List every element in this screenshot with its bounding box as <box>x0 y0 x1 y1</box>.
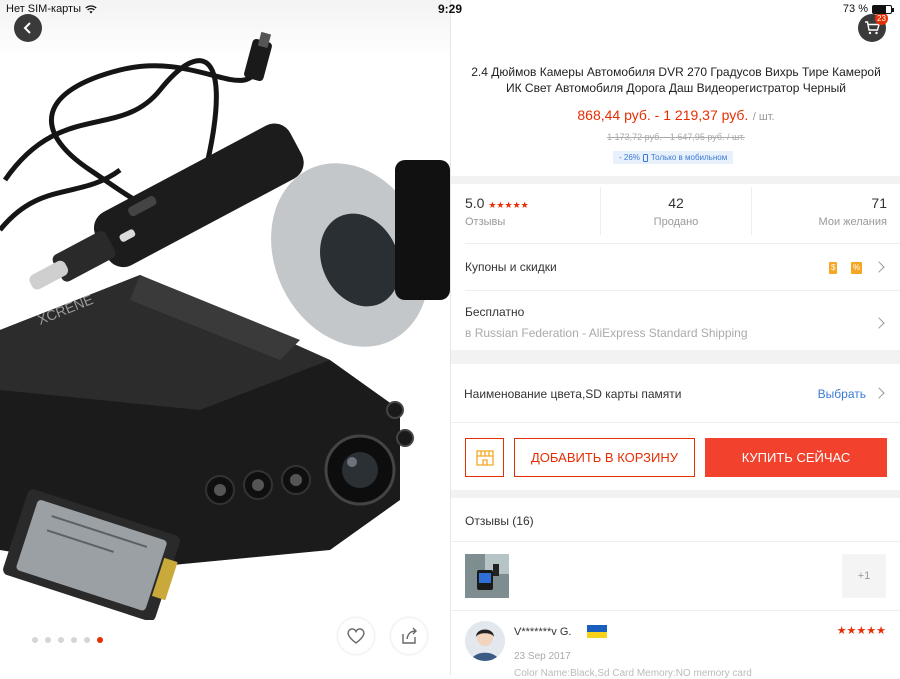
divider <box>451 610 900 611</box>
gallery-dot[interactable] <box>84 637 90 643</box>
gallery-dot[interactable] <box>32 637 38 643</box>
divider <box>451 422 900 423</box>
avatar <box>465 621 505 661</box>
gallery-dot[interactable] <box>97 637 103 643</box>
mobile-discount-badge: - 26% Только в мобильном <box>613 151 734 164</box>
ukraine-flag-icon <box>587 625 607 638</box>
store-icon <box>475 449 494 466</box>
review-variant: Color Name:Black,Sd Card Memory:NO memor… <box>514 668 752 679</box>
heart-icon <box>347 628 365 644</box>
section-divider <box>451 176 900 184</box>
wishlist-label: Мои желания <box>818 216 887 228</box>
share-button[interactable] <box>391 618 427 654</box>
product-title: 2.4 Дюймов Камеры Автомобиля DVR 270 Гра… <box>471 65 881 95</box>
back-arrow-icon <box>23 22 31 34</box>
options-label: Наименование цвета,SD карты памяти <box>464 387 682 401</box>
gallery-pagination[interactable] <box>32 637 103 643</box>
review-date: 23 Sep 2017 <box>514 651 571 662</box>
divider <box>451 541 900 542</box>
product-image: XCRENE <box>0 31 450 620</box>
price-range: 868,44 руб. - 1 219,37 руб. <box>577 107 749 123</box>
favorite-button[interactable] <box>338 618 374 654</box>
more-photos-button[interactable]: +1 <box>842 554 886 598</box>
coupons-label: Купоны и скидки <box>465 260 557 274</box>
rating-value: 5.0 <box>465 195 485 211</box>
select-option-link[interactable]: Выбрать <box>818 387 866 401</box>
mobile-discount-percent: - 26% <box>619 153 640 162</box>
coupon-percent-tag: % <box>851 262 863 274</box>
add-to-cart-button[interactable]: ДОБАВИТЬ В КОРЗИНУ <box>514 438 695 477</box>
reviewer-name: V*******v G. <box>514 626 572 638</box>
user-avatar-icon <box>465 621 505 661</box>
share-icon <box>402 627 417 644</box>
battery-icon <box>872 4 894 14</box>
back-button[interactable] <box>14 14 42 42</box>
battery-percent: 73 % <box>842 3 868 15</box>
review-photo-thumbnail[interactable] <box>465 554 509 598</box>
gallery-dot[interactable] <box>45 637 51 643</box>
price-unit: / шт. <box>752 111 775 123</box>
review-stars: ★★★★★ <box>836 625 886 637</box>
chevron-right-icon <box>873 261 885 273</box>
wishlist-value: 71 <box>871 195 887 211</box>
sold-value: 42 <box>668 195 684 211</box>
rating-value-line: 5.0 ★★★★★ <box>465 195 529 211</box>
flag-yellow <box>587 631 607 638</box>
reviews-header[interactable]: Отзывы (16) <box>465 514 534 528</box>
sold-label: Продано <box>653 216 699 228</box>
product-gallery[interactable]: XCRENE <box>0 0 450 675</box>
buy-now-button[interactable]: КУПИТЬ СЕЙЧАС <box>705 438 887 477</box>
review-photo <box>465 554 509 598</box>
action-buttons: ДОБАВИТЬ В КОРЗИНУ КУПИТЬ СЕЙЧАС <box>465 438 887 477</box>
status-time: 9:29 <box>437 2 463 16</box>
rating-label: Отзывы <box>465 216 506 228</box>
stat-rating[interactable]: 5.0 ★★★★★ Отзывы <box>451 187 600 235</box>
gallery-dot[interactable] <box>58 637 64 643</box>
cart-button[interactable]: 23 <box>858 12 888 42</box>
stat-wishlist[interactable]: 71 Мои желания <box>750 187 900 235</box>
stat-sold: 42 Продано <box>600 187 750 235</box>
battery-fill <box>873 5 887 13</box>
section-divider <box>451 490 900 498</box>
shipping-label: Бесплатно <box>465 305 525 319</box>
shipping-detail: в Russian Federation - AliExpress Standa… <box>465 326 748 340</box>
rating-stars: ★★★★★ <box>488 200 529 210</box>
price-block: 868,44 руб. - 1 219,37 руб. / шт. <box>451 107 900 125</box>
phone-icon <box>642 153 648 162</box>
coupon-dollar-tag: $ <box>829 262 838 274</box>
mobile-only-label: Только в мобильном <box>650 153 728 162</box>
stats-row: 5.0 ★★★★★ Отзывы 42 Продано 71 Мои желан… <box>451 187 900 235</box>
chevron-right-icon <box>873 317 885 329</box>
old-price: 1 173,72 руб. - 1 647,95 руб. / шт. <box>607 132 745 142</box>
status-bar: Нет SIM-карты 9:29 73 % <box>0 0 900 18</box>
product-details: 23 2.4 Дюймов Камеры Автомобиля DVR 270 … <box>450 0 900 679</box>
shipping-row[interactable]: Бесплатно в Russian Federation - AliExpr… <box>451 291 900 349</box>
status-right: 73 % <box>842 3 894 15</box>
gallery-dot[interactable] <box>71 637 77 643</box>
chevron-right-icon <box>873 387 885 399</box>
store-button[interactable] <box>465 438 504 477</box>
section-divider <box>451 350 900 364</box>
